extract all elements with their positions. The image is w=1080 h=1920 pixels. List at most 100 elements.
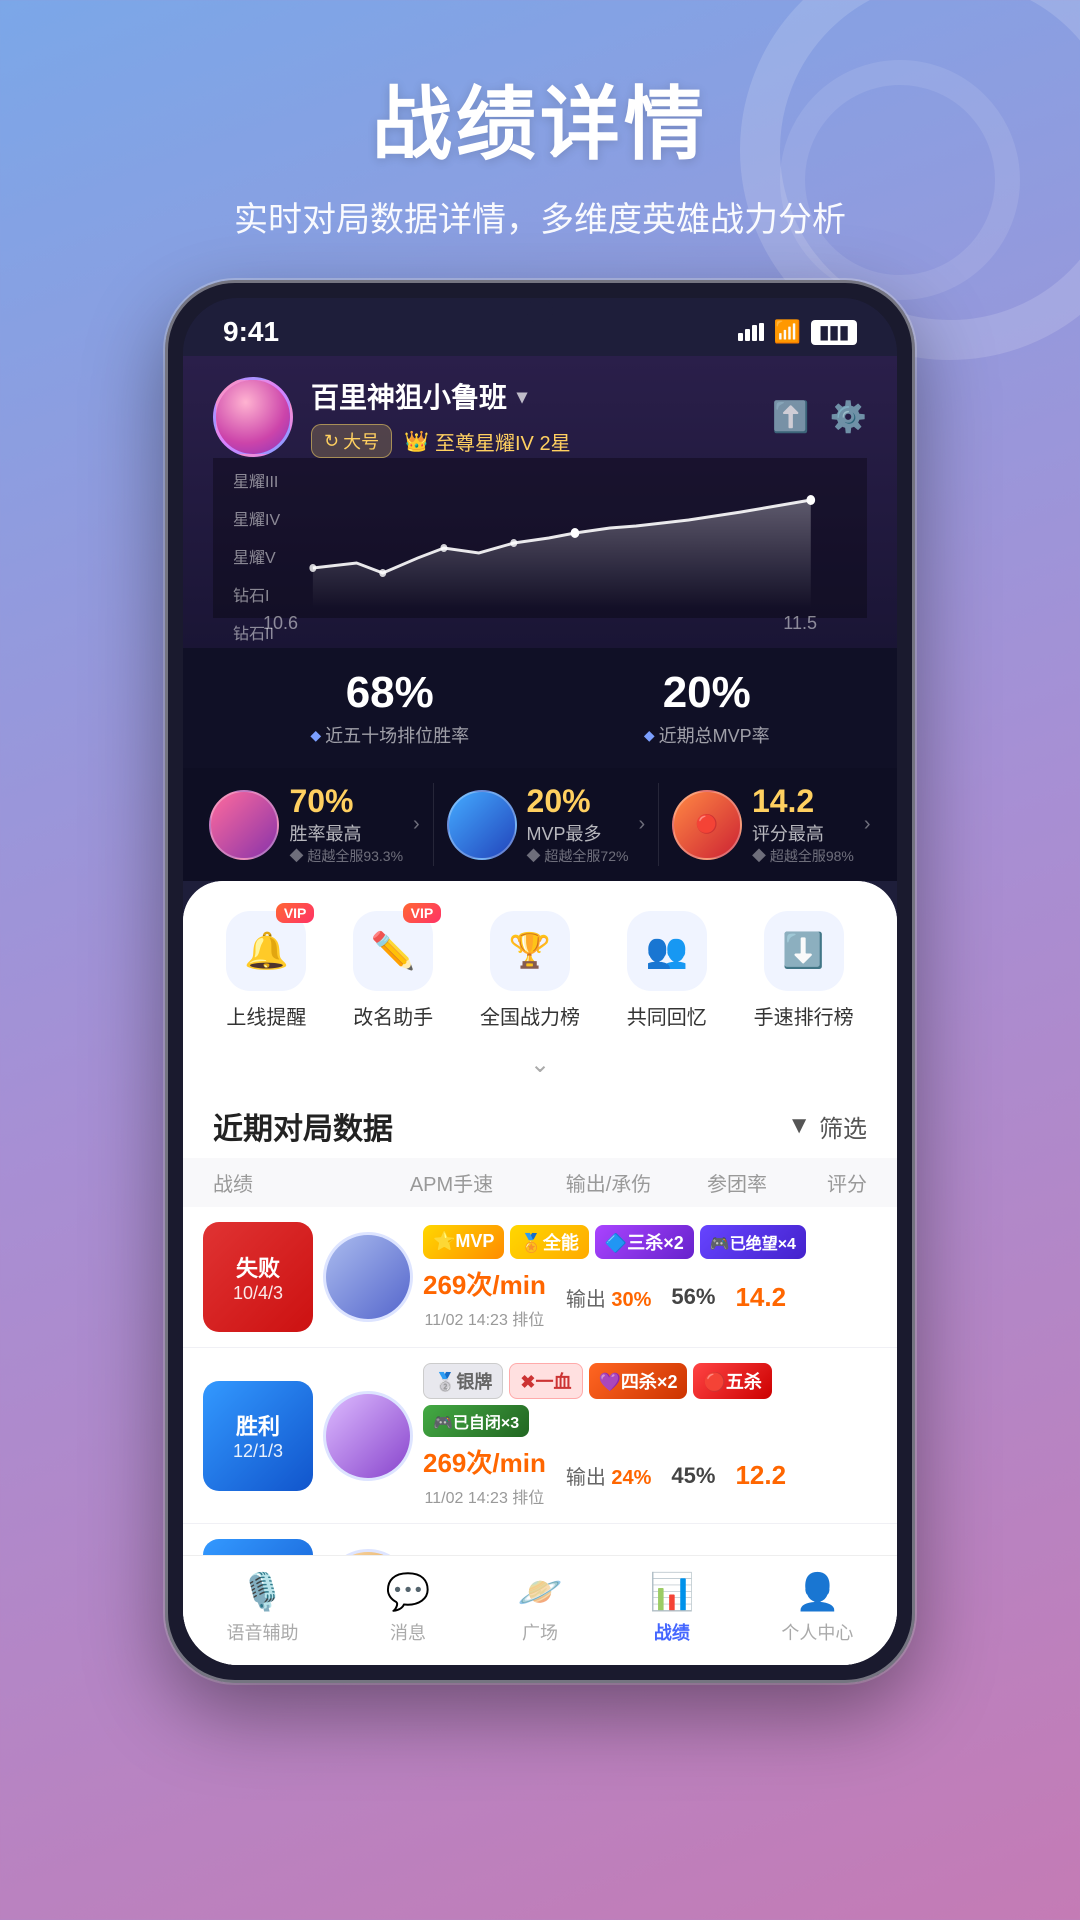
hero-label-3: 评分最高 (752, 820, 854, 846)
hero-item-2[interactable]: 20% MVP最多 ◆ 超越全服72% › (447, 783, 646, 866)
tool-online-icon-wrap: 🔔 VIP (226, 911, 306, 991)
chart-label-1: 钻石II (233, 620, 280, 644)
hero-stats-1: 70% 胜率最高 ◆ 超越全服93.3% (289, 783, 403, 866)
promo-subtitle: 实时对局数据详情，多维度英雄战力分析 (0, 192, 1080, 241)
tool-speed-icon-wrap: ⬇️ (764, 911, 844, 991)
chart-x-labels: 10.6 11.5 (243, 613, 837, 634)
stat-mvprate-label: ◆ 近期总MVP率 (644, 722, 770, 748)
team-value-2: 45% (671, 1463, 715, 1489)
match-tags-2: 🥈银牌 ✖一血 💜四杀×2 🔴五杀 🎮已自闭×3 (423, 1363, 877, 1437)
tool-rank-icon-wrap: 🏆 (490, 911, 570, 991)
stat-winrate-label: ◆ 近五十场排位胜率 (310, 722, 469, 748)
stats-row: 68% ◆ 近五十场排位胜率 20% ◆ 近期总MVP率 (183, 648, 897, 768)
phone-frame: 9:41 📶 ▮▮▮ (165, 280, 915, 1683)
hero-item-1[interactable]: 70% 胜率最高 ◆ 超越全服93.3% › (209, 783, 419, 866)
nav-voice[interactable]: 🎙️ 语音辅助 (227, 1571, 299, 1645)
hero-divider-2 (658, 783, 659, 866)
phone-mockup: 9:41 📶 ▮▮▮ (165, 280, 915, 1683)
profile-name: 百里神狙小鲁班 (311, 376, 507, 416)
match-apm-1: 269次/min 11/02 14:23 排位 (423, 1265, 546, 1330)
nav-plaza[interactable]: 🪐 广场 (518, 1571, 563, 1645)
tag-silver-2: 🥈银牌 (423, 1363, 503, 1399)
apm-value-2: 269次/min (423, 1443, 546, 1480)
match-badge-victory-2: 胜利 12/1/3 (203, 1381, 313, 1491)
nav-record[interactable]: 📊 战绩 (649, 1571, 694, 1645)
avatar-image (216, 380, 290, 454)
voice-icon: 🎙️ (240, 1571, 285, 1613)
hero-item-3[interactable]: 🔴 14.2 评分最高 ◆ 超越全服98% › (672, 783, 871, 866)
white-card: 🔔 VIP 上线提醒 ✏️ VIP 改名助手 (183, 881, 897, 1665)
tool-rename-icon-wrap: ✏️ VIP (353, 911, 433, 991)
hero-rate-2: 20% (527, 783, 629, 820)
tag-quadra-2: 💜四杀×2 (589, 1363, 688, 1399)
hero-stats-3: 14.2 评分最高 ◆ 超越全服98% (752, 783, 854, 866)
status-bar: 9:41 📶 ▮▮▮ (183, 298, 897, 356)
chart-label-4: 星耀IV (233, 506, 280, 530)
nav-profile-label: 个人中心 (781, 1619, 853, 1645)
apm-value-1: 269次/min (423, 1265, 546, 1302)
profile-dropdown-icon[interactable]: ▾ (517, 384, 527, 409)
tool-memories[interactable]: 👥 共同回忆 (627, 911, 707, 1030)
hero-sub-1: ◆ 超越全服93.3% (289, 846, 403, 866)
bottom-nav: 🎙️ 语音辅助 💬 消息 🪐 广场 📊 战绩 (183, 1555, 897, 1665)
hero-chevron-2: › (638, 813, 645, 836)
profile-tags: ↻ 大号 👑 至尊星耀IV 2星 (311, 424, 571, 458)
match-hero-2 (323, 1391, 413, 1481)
chart-svg (243, 468, 837, 608)
hero-divider-1 (433, 783, 434, 866)
tag-first-2: ✖一血 (509, 1363, 582, 1399)
stat-winrate-value: 68% (310, 668, 469, 718)
promo-header: 战绩详情 实时对局数据详情，多维度英雄战力分析 (0, 0, 1080, 241)
time-value-1: 11/02 14:23 排位 (425, 1306, 545, 1330)
rank-chart: 星耀III 星耀IV 星耀V 钻石I 钻石II (213, 458, 867, 618)
col-battle-header: 战绩 (213, 1168, 373, 1197)
hero-avatar-1 (209, 790, 279, 860)
nav-messages-label: 消息 (390, 1619, 426, 1645)
user-avatar[interactable] (213, 377, 293, 457)
nav-profile[interactable]: 👤 个人中心 (781, 1571, 853, 1645)
settings-icon[interactable]: ⚙️ (830, 400, 867, 435)
tool-online-alert[interactable]: 🔔 VIP 上线提醒 (226, 911, 306, 1030)
match-row-2[interactable]: 胜利 12/1/3 🥈银牌 ✖一血 💜四杀×2 🔴五杀 🎮已自闭×3 (183, 1348, 897, 1524)
nav-messages[interactable]: 💬 消息 (386, 1571, 431, 1645)
tool-speed-rank[interactable]: ⬇️ 手速排行榜 (754, 911, 854, 1030)
share-icon[interactable]: ⬆️ (772, 400, 809, 435)
message-icon: 💬 (386, 1571, 431, 1613)
tool-national-rank[interactable]: 🏆 全国战力榜 (480, 911, 580, 1030)
output-value-2: 输出 24% (566, 1461, 652, 1490)
hero-stats-2: 20% MVP最多 ◆ 超越全服72% (527, 783, 629, 866)
tool-memories-icon-wrap: 👥 (627, 911, 707, 991)
tag-mvp-1: ⭐MVP (423, 1225, 504, 1259)
score-value-1: 14.2 (735, 1282, 786, 1313)
vip-badge-1: VIP (276, 903, 315, 923)
filter-button[interactable]: ▼ 筛选 (787, 1109, 867, 1144)
tag-triple-1: 🔷三杀×2 (595, 1225, 694, 1259)
plaza-icon: 🪐 (518, 1571, 563, 1613)
bell-icon: 🔔 (244, 930, 289, 972)
hero-label-2: MVP最多 (527, 820, 629, 846)
hero-label-1: 胜率最高 (289, 820, 403, 846)
tool-speed-label: 手速排行榜 (754, 1001, 854, 1030)
hero-sub-3: ◆ 超越全服98% (752, 846, 854, 866)
nav-plaza-label: 广场 (522, 1619, 558, 1645)
tag-despair-1: 🎮已绝望×4 (700, 1225, 806, 1259)
wifi-icon: 📶 (774, 319, 801, 345)
profile-actions: ⬆️ ⚙️ (772, 400, 867, 435)
match-row-1[interactable]: 失败 10/4/3 ⭐MVP 🏅全能 🔷三杀×2 🎮已绝望×4 (183, 1207, 897, 1348)
trophy-icon: 🏆 (509, 931, 551, 971)
table-header: 战绩 APM手速 输出/承伤 参团率 评分 (183, 1158, 897, 1207)
chart-y-labels: 星耀III 星耀IV 星耀V 钻石I 钻石II (233, 468, 280, 644)
col-team-header: 参团率 (687, 1168, 787, 1197)
profile-left: 百里神狙小鲁班 ▾ ↻ 大号 👑 至尊星耀IV 2星 (213, 376, 571, 458)
match-hero-1 (323, 1232, 413, 1322)
col-dmg-header: 输出/承伤 (530, 1168, 687, 1197)
tool-rename[interactable]: ✏️ VIP 改名助手 (353, 911, 433, 1030)
tool-rename-label: 改名助手 (353, 1001, 433, 1030)
match-apm-2: 269次/min 11/02 14:23 排位 (423, 1443, 546, 1508)
edit-icon: ✏️ (371, 930, 416, 972)
profile-row: 百里神狙小鲁班 ▾ ↻ 大号 👑 至尊星耀IV 2星 (213, 376, 867, 458)
stat-winrate: 68% ◆ 近五十场排位胜率 (310, 668, 469, 748)
main-account-tag: ↻ 大号 (311, 424, 392, 458)
expand-arrow[interactable]: ⌄ (183, 1040, 897, 1084)
match-result-text-2: 胜利 (236, 1409, 280, 1441)
